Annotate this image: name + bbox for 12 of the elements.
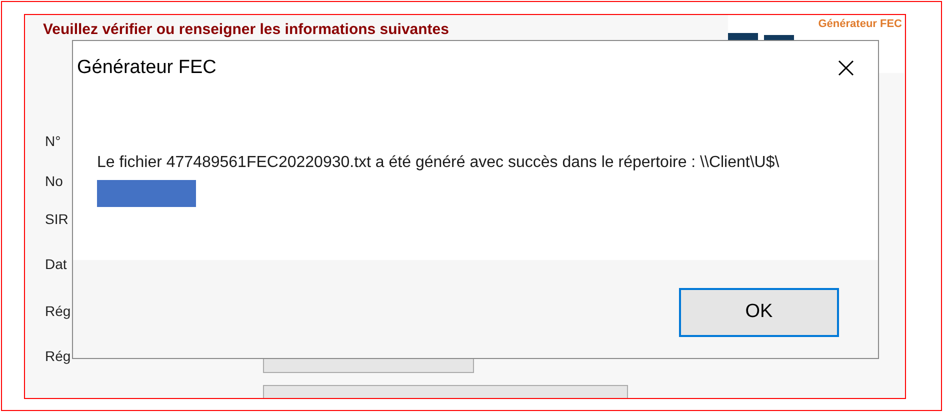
ok-button[interactable]: OK bbox=[679, 288, 839, 337]
field-label: No bbox=[45, 172, 63, 191]
logo-caption: Générateur FEC bbox=[818, 17, 902, 32]
dialog-message: Le fichier 477489561FEC20220930.txt a été généré avec succès dans le répertoire : \\Client\U$\ bbox=[97, 147, 797, 209]
field-label: Rég bbox=[45, 302, 71, 321]
form-heading: Veuillez vérifier ou renseigner les informations suivantes bbox=[43, 20, 449, 40]
field-label: N° bbox=[45, 132, 61, 151]
dialog-title: Générateur FEC bbox=[77, 56, 216, 80]
field-label: SIR bbox=[45, 210, 68, 229]
close-icon bbox=[837, 59, 855, 77]
field-label: Rég bbox=[45, 347, 71, 366]
field-label: Dat bbox=[45, 255, 67, 274]
